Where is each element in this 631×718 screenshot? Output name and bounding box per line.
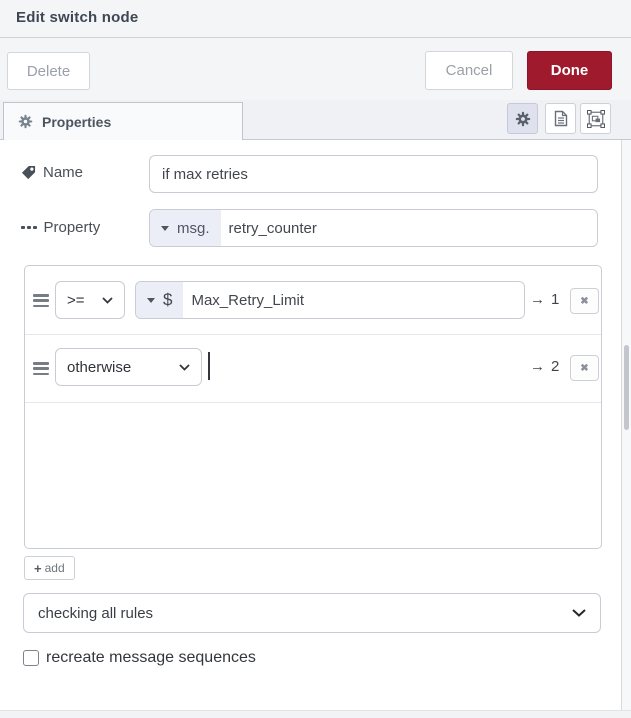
done-button[interactable]: Done (527, 51, 612, 90)
x-cross-icon: ✖ (580, 362, 589, 374)
name-input[interactable] (149, 155, 598, 193)
x-cross-icon: ✖ (580, 295, 589, 307)
scrollbar-thumb[interactable] (624, 345, 629, 430)
gear-icon (18, 114, 33, 129)
rule-mode-value: checking all rules (38, 604, 154, 622)
cancel-button[interactable]: Cancel (425, 51, 513, 90)
rule-operator-value: >= (67, 291, 85, 309)
rule-value-input[interactable] (183, 282, 524, 318)
add-rule-button[interactable]: + add (24, 556, 75, 580)
tab-strip: Properties (0, 100, 631, 140)
dialog-titlebar: Edit switch node (0, 0, 631, 38)
gear-icon (515, 111, 531, 127)
rule-separator (25, 402, 601, 403)
rule-operator-value: otherwise (67, 358, 132, 376)
recreate-sequences-checkbox[interactable] (23, 650, 39, 666)
dialog-title: Edit switch node (16, 9, 139, 26)
rule-output-number: 1 (551, 291, 560, 308)
delete-button[interactable]: Delete (7, 52, 90, 90)
name-label-row: Name (21, 164, 83, 181)
property-typedinput: msg. (149, 209, 598, 247)
vertical-scrollbar[interactable] (621, 140, 631, 710)
description-tool-button[interactable] (545, 103, 576, 134)
arrow-right-icon: → (530, 358, 545, 375)
plus-icon: + (34, 560, 42, 576)
ellipsis-icon (21, 225, 37, 230)
appearance-tool-button[interactable] (580, 103, 611, 134)
chevron-down-icon (179, 363, 190, 371)
add-rule-label: add (44, 561, 65, 575)
rule-output-number: 2 (551, 358, 560, 375)
properties-tool-button[interactable] (507, 103, 538, 134)
rule-drag-handle[interactable] (33, 362, 49, 375)
chevron-down-icon (572, 609, 586, 617)
edit-switch-node-dialog: Edit switch node Delete Cancel Done Prop… (0, 0, 631, 718)
property-type-label: msg. (177, 219, 210, 237)
appearance-icon (586, 109, 605, 128)
rule-separator (25, 334, 601, 335)
tray-footer (0, 710, 631, 718)
property-type-button[interactable]: msg. (150, 210, 221, 246)
property-label: Property (43, 219, 101, 236)
caret-down-icon (147, 297, 155, 303)
caret-down-icon (161, 225, 169, 231)
rule-operator-select[interactable]: >= (55, 281, 125, 319)
property-value-input[interactable] (220, 210, 597, 246)
rule-output-label: → 2 (530, 358, 559, 375)
expression-type-label: $ (163, 290, 173, 309)
tab-properties-label: Properties (42, 113, 112, 130)
rule-value-type-button[interactable]: $ (136, 282, 184, 318)
dialog-buttonbar: Delete Cancel Done (0, 38, 631, 100)
description-icon (554, 110, 568, 127)
remove-rule-button[interactable]: ✖ (570, 288, 599, 314)
remove-rule-button[interactable]: ✖ (570, 355, 599, 381)
rule-value-typedinput: $ (135, 281, 525, 319)
text-cursor (208, 352, 210, 380)
chevron-down-icon (102, 296, 113, 304)
rule-drag-handle[interactable] (33, 294, 49, 307)
property-label-row: Property (21, 219, 100, 236)
rule-mode-select[interactable]: checking all rules (23, 593, 601, 633)
recreate-sequences-label: recreate message sequences (46, 649, 256, 666)
rule-operator-select[interactable]: otherwise (55, 348, 202, 386)
tab-properties[interactable]: Properties (3, 102, 243, 140)
rule-output-label: → 1 (530, 291, 559, 308)
name-label: Name (43, 164, 84, 181)
arrow-right-icon: → (530, 291, 545, 308)
tag-icon (21, 165, 36, 180)
